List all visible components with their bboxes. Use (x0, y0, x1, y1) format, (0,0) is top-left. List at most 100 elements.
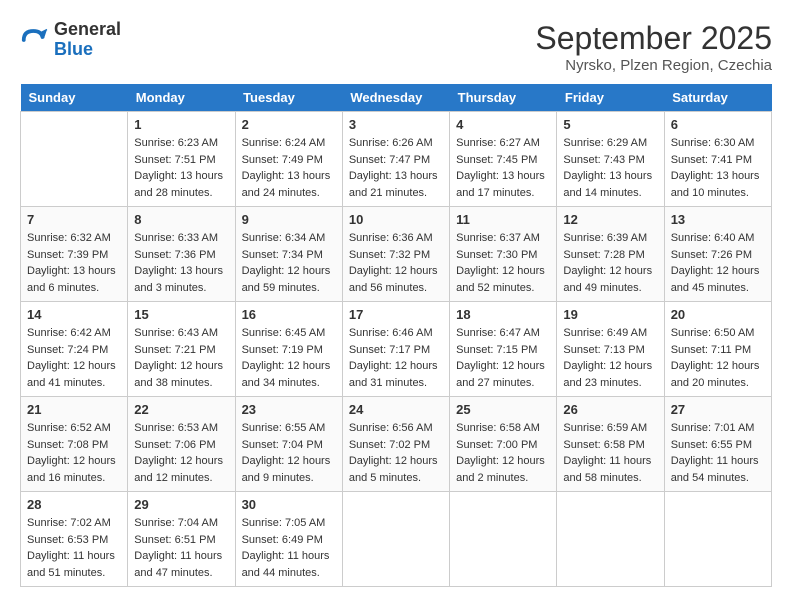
day-info: Sunrise: 6:42 AM Sunset: 7:24 PM Dayligh… (27, 325, 121, 391)
day-number: 5 (563, 117, 657, 132)
day-info: Sunrise: 6:49 AM Sunset: 7:13 PM Dayligh… (563, 325, 657, 391)
day-number: 12 (563, 212, 657, 227)
day-number: 30 (242, 497, 336, 512)
calendar-cell: 20Sunrise: 6:50 AM Sunset: 7:11 PM Dayli… (664, 302, 771, 397)
logo: General Blue (20, 20, 121, 60)
day-info: Sunrise: 6:52 AM Sunset: 7:08 PM Dayligh… (27, 420, 121, 486)
calendar-cell: 22 Sunrise: 6:53 AM Sunset: 7:06 PM Dayli… (128, 397, 235, 492)
day-info: Sunrise: 6:56 AM Sunset: 7:02 PM Dayligh… (349, 420, 443, 486)
day-info: Sunrise: 6:23 AM Sunset: 7:51 PM Dayligh… (134, 135, 228, 201)
day-info: Sunrise: 6:33 AM Sunset: 7:36 PM Dayligh… (134, 230, 228, 296)
calendar-cell: 23Sunrise: 6:55 AM Sunset: 7:04 PM Dayli… (235, 397, 342, 492)
day-number: 3 (349, 117, 443, 132)
calendar-week-row: 28 Sunrise: 7:02 AM Sunset: 6:53 PM Dayli… (21, 492, 772, 587)
day-info: Sunrise: 7:04 AM Sunset: 6:51 PM Dayligh… (134, 515, 228, 581)
calendar-cell: 6 Sunrise: 6:30 AM Sunset: 7:41 PM Daylig… (664, 112, 771, 207)
day-number: 13 (671, 212, 765, 227)
day-number: 22 (134, 402, 228, 417)
calendar-cell: 13 Sunrise: 6:40 AM Sunset: 7:26 PM Dayli… (664, 207, 771, 302)
day-number: 27 (671, 402, 765, 417)
calendar-header-row: SundayMondayTuesdayWednesdayThursdayFrid… (21, 84, 772, 112)
day-number: 2 (242, 117, 336, 132)
day-info: Sunrise: 6:59 AM Sunset: 6:58 PM Dayligh… (563, 420, 657, 486)
day-info: Sunrise: 6:32 AM Sunset: 7:39 PM Dayligh… (27, 230, 121, 296)
calendar-cell: 26 Sunrise: 6:59 AM Sunset: 6:58 PM Dayli… (557, 397, 664, 492)
logo-text: General Blue (54, 20, 121, 60)
calendar-cell: 15 Sunrise: 6:43 AM Sunset: 7:21 PM Dayli… (128, 302, 235, 397)
day-number: 7 (27, 212, 121, 227)
day-number: 29 (134, 497, 228, 512)
day-info: Sunrise: 6:47 AM Sunset: 7:15 PM Dayligh… (456, 325, 550, 391)
day-info: Sunrise: 6:50 AM Sunset: 7:11 PM Dayligh… (671, 325, 765, 391)
day-number: 17 (349, 307, 443, 322)
page-header: General Blue September 2025 Nyrsko, Plze… (20, 20, 772, 74)
day-info: Sunrise: 6:24 AM Sunset: 7:49 PM Dayligh… (242, 135, 336, 201)
calendar-week-row: 14 Sunrise: 6:42 AM Sunset: 7:24 PM Dayli… (21, 302, 772, 397)
day-number: 11 (456, 212, 550, 227)
day-info: Sunrise: 7:01 AM Sunset: 6:55 PM Dayligh… (671, 420, 765, 486)
day-number: 26 (563, 402, 657, 417)
day-info: Sunrise: 7:02 AM Sunset: 6:53 PM Dayligh… (27, 515, 121, 581)
day-number: 15 (134, 307, 228, 322)
calendar-cell: 2 Sunrise: 6:24 AM Sunset: 7:49 PM Daylig… (235, 112, 342, 207)
calendar-cell: 19Sunrise: 6:49 AM Sunset: 7:13 PM Dayli… (557, 302, 664, 397)
day-number: 28 (27, 497, 121, 512)
day-number: 16 (242, 307, 336, 322)
calendar-cell: 27 Sunrise: 7:01 AM Sunset: 6:55 PM Dayli… (664, 397, 771, 492)
logo-icon (20, 25, 50, 55)
day-number: 4 (456, 117, 550, 132)
day-info: Sunrise: 6:29 AM Sunset: 7:43 PM Dayligh… (563, 135, 657, 201)
calendar-week-row: 7 Sunrise: 6:32 AM Sunset: 7:39 PM Daylig… (21, 207, 772, 302)
day-info: Sunrise: 6:43 AM Sunset: 7:21 PM Dayligh… (134, 325, 228, 391)
day-header-tuesday: Tuesday (235, 84, 342, 112)
day-info: Sunrise: 6:26 AM Sunset: 7:47 PM Dayligh… (349, 135, 443, 201)
calendar-cell (450, 492, 557, 587)
calendar-cell: 12 Sunrise: 6:39 AM Sunset: 7:28 PM Dayli… (557, 207, 664, 302)
calendar-cell: 29 Sunrise: 7:04 AM Sunset: 6:51 PM Dayli… (128, 492, 235, 587)
calendar-cell: 28 Sunrise: 7:02 AM Sunset: 6:53 PM Dayli… (21, 492, 128, 587)
day-header-monday: Monday (128, 84, 235, 112)
day-number: 14 (27, 307, 121, 322)
day-info: Sunrise: 6:34 AM Sunset: 7:34 PM Dayligh… (242, 230, 336, 296)
day-header-sunday: Sunday (21, 84, 128, 112)
calendar-cell: 30Sunrise: 7:05 AM Sunset: 6:49 PM Dayli… (235, 492, 342, 587)
calendar-cell: 1 Sunrise: 6:23 AM Sunset: 7:51 PM Daylig… (128, 112, 235, 207)
calendar-cell: 8 Sunrise: 6:33 AM Sunset: 7:36 PM Daylig… (128, 207, 235, 302)
calendar-body: 1 Sunrise: 6:23 AM Sunset: 7:51 PM Daylig… (21, 112, 772, 587)
calendar-cell (664, 492, 771, 587)
day-header-saturday: Saturday (664, 84, 771, 112)
calendar-cell: 9Sunrise: 6:34 AM Sunset: 7:34 PM Daylig… (235, 207, 342, 302)
calendar-cell: 5 Sunrise: 6:29 AM Sunset: 7:43 PM Daylig… (557, 112, 664, 207)
calendar-cell (557, 492, 664, 587)
day-number: 18 (456, 307, 550, 322)
calendar-cell: 7 Sunrise: 6:32 AM Sunset: 7:39 PM Daylig… (21, 207, 128, 302)
day-info: Sunrise: 6:58 AM Sunset: 7:00 PM Dayligh… (456, 420, 550, 486)
day-number: 8 (134, 212, 228, 227)
day-header-friday: Friday (557, 84, 664, 112)
calendar-cell: 25 Sunrise: 6:58 AM Sunset: 7:00 PM Dayli… (450, 397, 557, 492)
day-info: Sunrise: 6:53 AM Sunset: 7:06 PM Dayligh… (134, 420, 228, 486)
day-number: 10 (349, 212, 443, 227)
day-number: 1 (134, 117, 228, 132)
calendar-cell: 21 Sunrise: 6:52 AM Sunset: 7:08 PM Dayli… (21, 397, 128, 492)
day-info: Sunrise: 6:30 AM Sunset: 7:41 PM Dayligh… (671, 135, 765, 201)
calendar-cell (21, 112, 128, 207)
calendar-cell: 14 Sunrise: 6:42 AM Sunset: 7:24 PM Dayli… (21, 302, 128, 397)
day-info: Sunrise: 6:36 AM Sunset: 7:32 PM Dayligh… (349, 230, 443, 296)
day-info: Sunrise: 6:27 AM Sunset: 7:45 PM Dayligh… (456, 135, 550, 201)
day-number: 6 (671, 117, 765, 132)
calendar-cell (342, 492, 449, 587)
calendar-cell: 4 Sunrise: 6:27 AM Sunset: 7:45 PM Daylig… (450, 112, 557, 207)
day-info: Sunrise: 6:55 AM Sunset: 7:04 PM Dayligh… (242, 420, 336, 486)
calendar-table: SundayMondayTuesdayWednesdayThursdayFrid… (20, 84, 772, 587)
calendar-cell: 10 Sunrise: 6:36 AM Sunset: 7:32 PM Dayli… (342, 207, 449, 302)
calendar-cell: 3 Sunrise: 6:26 AM Sunset: 7:47 PM Daylig… (342, 112, 449, 207)
day-info: Sunrise: 6:40 AM Sunset: 7:26 PM Dayligh… (671, 230, 765, 296)
day-info: Sunrise: 6:39 AM Sunset: 7:28 PM Dayligh… (563, 230, 657, 296)
month-title: September 2025 (535, 20, 772, 57)
calendar-cell: 11Sunrise: 6:37 AM Sunset: 7:30 PM Dayli… (450, 207, 557, 302)
title-block: September 2025 Nyrsko, Plzen Region, Cze… (535, 20, 772, 74)
day-number: 21 (27, 402, 121, 417)
day-number: 25 (456, 402, 550, 417)
calendar-cell: 18 Sunrise: 6:47 AM Sunset: 7:15 PM Dayli… (450, 302, 557, 397)
